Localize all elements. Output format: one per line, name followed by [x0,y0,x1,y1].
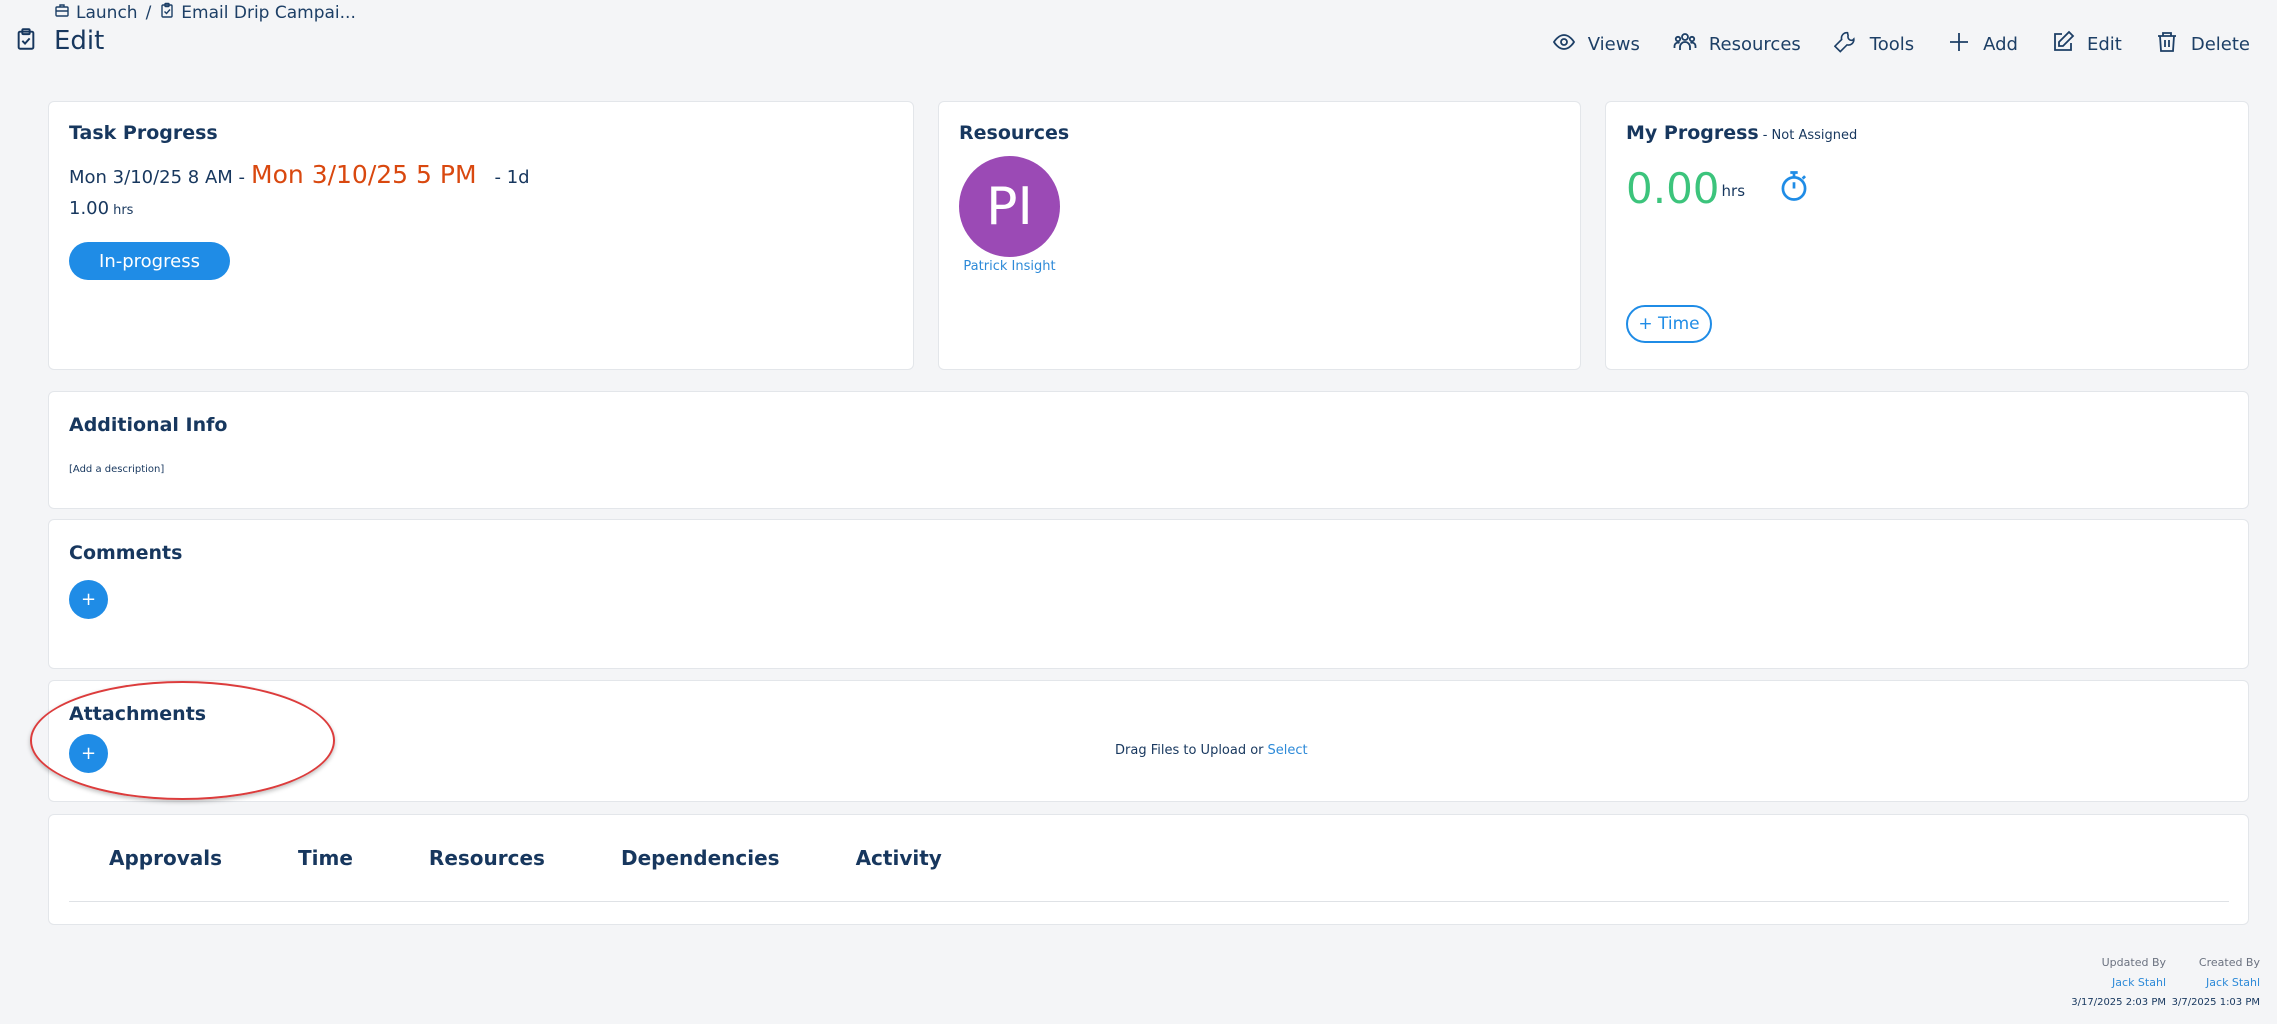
comments-card: Comments + [48,519,2249,669]
created-by-info: Created By Jack Stahl 3/7/2025 1:03 PM [2172,953,2260,1013]
tab-bar: Approvals Time Resources Dependencies Ac… [69,815,2229,902]
breadcrumb-item-email-drip[interactable]: Email Drip Campai... [159,2,356,23]
resources-title: Resources [959,122,1070,144]
task-dates: Mon 3/10/25 8 AM - Mon 3/10/25 5 PM - 1d [69,160,530,189]
attachments-card: Attachments + Drag Files to Upload or Se… [48,680,2249,802]
page-title: Edit [54,26,105,56]
views-label: Views [1587,34,1640,55]
delete-button[interactable]: Delete [2155,30,2250,59]
updated-by-user[interactable]: Jack Stahl [2071,973,2166,993]
toolbar: Views Resources Tools Add Edit Delete [1552,30,2250,59]
resource-name-link[interactable]: Patrick Insight [953,259,1066,274]
end-date[interactable]: Mon 3/10/25 5 PM [251,160,476,189]
task-hours: 1.00 hrs [69,198,133,219]
task-hours-value[interactable]: 1.00 [69,198,109,219]
breadcrumb-label: Email Drip Campai... [181,2,356,23]
breadcrumb-label: Launch [76,2,138,23]
my-progress-card: My Progress - Not Assigned 0.00 hrs + Ti… [1605,101,2249,370]
updated-at: 3/17/2025 2:03 PM [2071,997,2166,1008]
delete-label: Delete [2190,34,2250,55]
comments-title: Comments [69,542,183,564]
briefcase-icon [54,2,70,23]
my-progress-subtitle: - Not Assigned [1762,128,1858,143]
eye-icon [1552,30,1576,59]
status-badge[interactable]: In-progress [69,242,230,280]
edit-label: Edit [2086,34,2122,55]
add-label: Add [1983,34,2018,55]
start-date[interactable]: Mon 3/10/25 8 AM - [69,167,245,188]
stopwatch-icon[interactable] [1779,170,1809,206]
created-at: 3/7/2025 1:03 PM [2171,997,2260,1008]
add-button[interactable]: Add [1947,30,2018,59]
task-duration: - 1d [494,167,530,188]
my-progress-header: My Progress - Not Assigned [1626,122,1857,144]
add-attachment-button[interactable]: + [69,734,108,773]
updated-by-label: Updated By [2101,956,2166,969]
task-hours-unit: hrs [113,203,134,218]
my-progress-title: My Progress [1626,122,1759,144]
clipboard-check-icon [16,28,36,54]
tools-button[interactable]: Tools [1833,30,1915,59]
created-by-user[interactable]: Jack Stahl [2172,973,2260,993]
my-progress-value: 0.00 [1626,164,1720,213]
edit-icon [2051,30,2075,59]
my-progress-value-row: 0.00 hrs [1626,164,1809,213]
additional-info-card: Additional Info [Add a description] [48,391,2249,509]
users-icon [1673,30,1697,59]
avatar[interactable]: PI [959,156,1060,257]
add-time-button[interactable]: + Time [1626,305,1712,343]
resources-label: Resources [1708,34,1801,55]
updated-by-info: Updated By Jack Stahl 3/17/2025 2:03 PM [2071,953,2166,1013]
detail-tabs-card: Approvals Time Resources Dependencies Ac… [48,814,2249,925]
resources-button[interactable]: Resources [1673,30,1801,59]
attachments-title: Attachments [69,703,207,725]
drop-text: Drag Files to Upload or [1115,743,1264,758]
plus-icon [1947,30,1971,59]
my-progress-unit: hrs [1721,182,1746,200]
breadcrumb-item-launch[interactable]: Launch [54,2,138,23]
wrench-icon [1833,30,1858,59]
views-button[interactable]: Views [1552,30,1640,59]
file-drop-zone[interactable]: Drag Files to Upload or Select [1115,743,1308,758]
tab-time[interactable]: Time [298,846,353,870]
tab-activity[interactable]: Activity [856,846,942,870]
select-files-link[interactable]: Select [1268,743,1308,758]
tab-approvals[interactable]: Approvals [109,846,222,870]
edit-button[interactable]: Edit [2051,30,2122,59]
task-progress-title: Task Progress [69,122,218,144]
clipboard-check-icon [159,2,175,23]
additional-info-title: Additional Info [69,414,228,436]
page-header: Edit [16,26,104,56]
add-comment-button[interactable]: + [69,580,108,619]
created-by-label: Created By [2198,956,2260,969]
task-progress-card: Task Progress Mon 3/10/25 8 AM - Mon 3/1… [48,101,914,370]
trash-icon [2155,30,2179,59]
breadcrumb: Launch / Email Drip Campai... [54,2,356,23]
tab-resources[interactable]: Resources [429,846,545,870]
breadcrumb-separator: / [145,2,152,23]
tab-dependencies[interactable]: Dependencies [621,846,780,870]
add-description-link[interactable]: [Add a description] [69,464,164,475]
resources-card: Resources PI Patrick Insight [938,101,1581,370]
tools-label: Tools [1869,34,1915,55]
